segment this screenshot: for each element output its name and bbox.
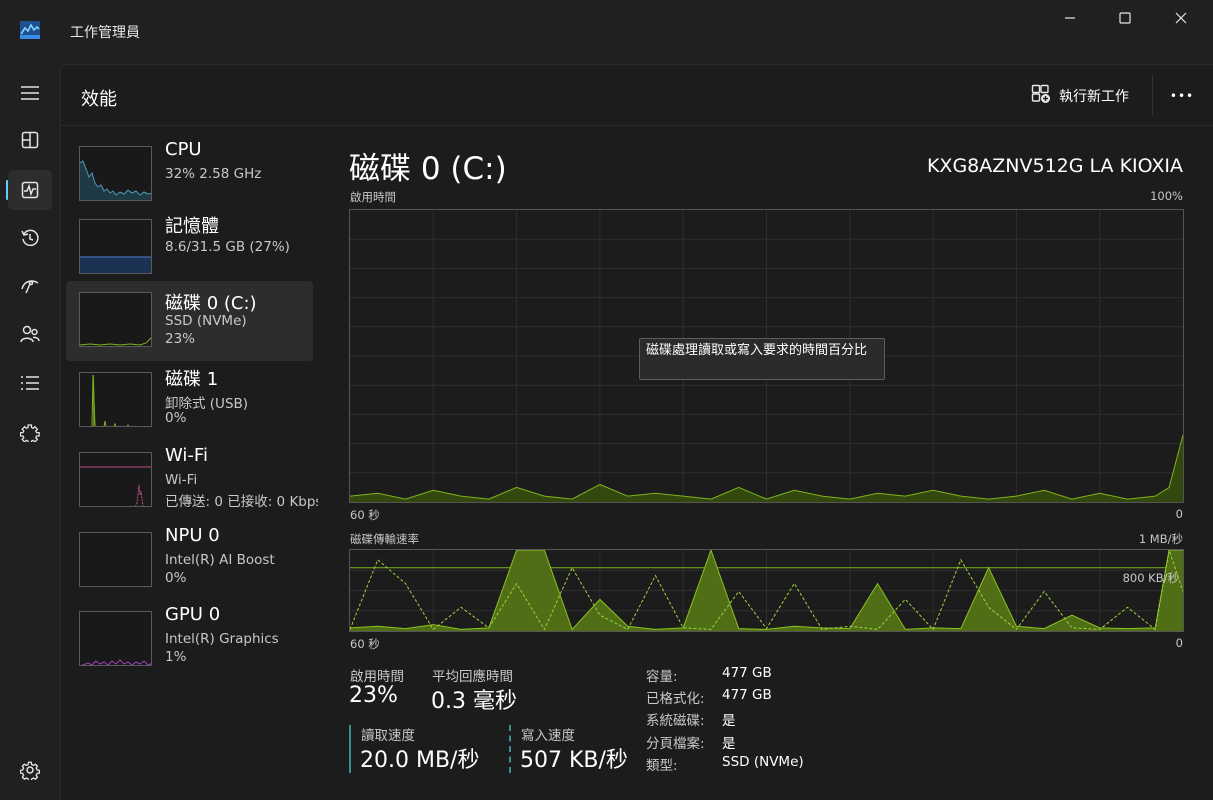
minimize-button[interactable] [1047,0,1093,36]
content-panel: 效能 執行新工作 ••• CPU 32% 2.58 GHz 記憶體 8.6/31… [60,64,1213,800]
device-detail: Wi-Fi [165,472,198,488]
npu-thumbnail [79,532,152,587]
users-icon[interactable] [8,314,52,354]
disk-1-thumbnail [79,372,152,427]
active-time-label: 啟用時間 [350,669,404,685]
device-name: 磁碟 0 (C:) [165,293,257,314]
title-bar: 工作管理員 [0,0,1213,64]
property-key: 分頁檔案: [646,736,705,752]
chart1-x-right: 0 [1175,507,1183,521]
device-name: 磁碟 1 [165,369,219,390]
device-usage: 0% [165,570,187,586]
performance-icon[interactable] [8,170,52,210]
write-speed-value: 507 KB/秒 [520,748,628,773]
chart2-x-right: 0 [1175,636,1183,650]
window-title: 工作管理員 [70,25,140,41]
device-name: Wi-Fi [165,445,208,466]
services-icon[interactable] [8,412,52,452]
app-history-icon[interactable] [8,218,52,258]
device-item-cpu[interactable]: CPU 32% 2.58 GHz [66,139,313,219]
device-name: CPU [165,139,202,160]
property-key: 已格式化: [646,691,705,707]
maximize-button[interactable] [1102,0,1148,36]
avg-response-label: 平均回應時間 [432,669,513,685]
device-item-disk-1[interactable]: 磁碟 1 卸除式 (USB) 0% [66,365,313,445]
task-manager-icon [20,21,40,39]
device-name: GPU 0 [165,604,221,625]
device-detail: 卸除式 (USB) [165,396,249,412]
disk-model: KXG8AZNV512G LA KIOXIA [926,155,1183,177]
chart1-label: 啟用時間 [350,190,396,204]
transfer-rate-chart-svg [350,550,1183,631]
device-detail: 8.6/31.5 GB (27%) [165,239,290,255]
read-speed-label: 讀取速度 [361,728,415,744]
avg-response-value: 0.3 毫秒 [431,689,517,714]
chart2-max-label: 1 MB/秒 [1138,532,1183,546]
run-new-task-label: 執行新工作 [1059,89,1129,105]
device-name: 記憶體 [165,216,219,237]
property-value: 477 GB [722,687,772,703]
read-accent [349,725,351,773]
device-usage: 0% [165,410,187,426]
detail-title: 磁碟 0 (C:) [349,151,507,187]
property-value: SSD (NVMe) [722,754,804,770]
new-task-icon [1031,84,1051,108]
disk-0-thumbnail [79,292,152,347]
property-value: 是 [722,736,736,752]
startup-apps-icon[interactable] [8,266,52,306]
device-detail: 32% 2.58 GHz [165,166,262,182]
active-time-value: 23% [349,683,398,708]
processes-icon[interactable] [8,120,52,160]
property-value: 477 GB [722,665,772,681]
navigation-rail [0,64,60,800]
property-key: 容量: [646,669,678,685]
chart1-max-label: 100% [1150,189,1183,203]
panel-header: 效能 執行新工作 ••• [61,65,1213,126]
page-title: 效能 [81,89,117,110]
device-item-wifi[interactable]: Wi-Fi Wi-Fi 已傳送: 0 已接收: 0 Kbps [66,445,318,525]
chart2-label: 磁碟傳輸速率 [350,532,419,546]
close-button[interactable] [1158,0,1204,36]
hamburger-icon[interactable] [8,73,52,113]
read-speed-value: 20.0 MB/秒 [360,748,480,773]
device-item-gpu-0[interactable]: GPU 0 Intel(R) Graphics 1% [66,604,313,684]
transfer-rate-chart[interactable]: 800 KB/秒 [349,549,1184,632]
write-speed-label: 寫入速度 [521,728,575,744]
chart-tooltip: 磁碟處理讀取或寫入要求的時間百分比 [639,338,885,380]
device-name: NPU 0 [165,525,220,546]
cpu-thumbnail [79,146,152,201]
write-accent [509,725,511,773]
device-usage: 已傳送: 0 已接收: 0 Kbps [165,494,318,510]
more-icon: ••• [1169,89,1195,103]
details-icon[interactable] [8,363,52,403]
property-key: 類型: [646,758,678,774]
chart2-ref-label: 800 KB/秒 [1122,571,1179,585]
device-item-disk-0[interactable]: 磁碟 0 (C:) SSD (NVMe) 23% [66,281,313,361]
chart2-x-left: 60 秒 [350,637,380,651]
run-new-task-button[interactable]: 執行新工作 [1031,84,1129,108]
device-item-npu-0[interactable]: NPU 0 Intel(R) AI Boost 0% [66,525,313,605]
device-usage: 1% [165,649,187,665]
device-detail: Intel(R) AI Boost [165,552,275,568]
device-detail: Intel(R) Graphics [165,631,279,647]
memory-thumbnail [79,219,152,274]
device-usage: 23% [165,331,196,347]
settings-icon[interactable] [8,750,52,790]
more-options-button[interactable]: ••• [1167,81,1197,111]
property-key: 系統磁碟: [646,713,705,729]
device-item-memory[interactable]: 記憶體 8.6/31.5 GB (27%) [66,212,313,292]
header-divider [1152,75,1153,115]
property-value: 是 [722,713,736,729]
chart1-x-left: 60 秒 [350,508,380,522]
device-detail: SSD (NVMe) [165,313,247,329]
gpu-thumbnail [79,611,152,666]
wifi-thumbnail [79,452,152,507]
